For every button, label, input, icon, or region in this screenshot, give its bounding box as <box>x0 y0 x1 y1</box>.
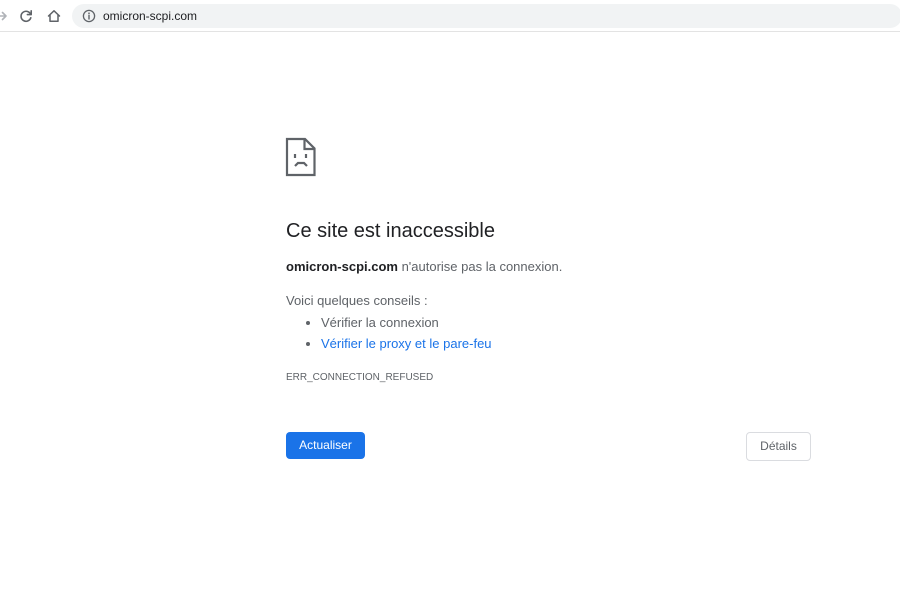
reload-button[interactable]: Actualiser <box>286 432 365 459</box>
suggestion-check-proxy[interactable]: Vérifier le proxy et le pare-feu <box>321 333 492 354</box>
url-text[interactable]: omicron-scpi.com <box>103 9 197 23</box>
error-host: omicron-scpi.com <box>286 259 398 274</box>
suggestions-list: Vérifier la connexion Vérifier le proxy … <box>286 312 492 354</box>
address-bar[interactable]: omicron-scpi.com <box>72 4 900 28</box>
details-button[interactable]: Détails <box>746 432 811 461</box>
suggestion-check-connection: Vérifier la connexion <box>321 312 492 333</box>
forward-button[interactable] <box>0 4 14 28</box>
reload-page-button[interactable] <box>14 4 38 28</box>
home-icon <box>47 10 61 23</box>
error-code: ERR_CONNECTION_REFUSED <box>286 372 434 383</box>
sad-document-icon <box>285 137 316 177</box>
check-proxy-firewall-link[interactable]: Vérifier le proxy et le pare-feu <box>321 336 492 351</box>
arrow-forward-icon <box>0 11 7 21</box>
browser-toolbar: omicron-scpi.com <box>0 0 900 32</box>
error-message: omicron-scpi.com n'autorise pas la conne… <box>286 259 562 275</box>
error-message-text: n'autorise pas la connexion. <box>397 259 563 274</box>
info-icon[interactable] <box>82 9 96 23</box>
error-title: Ce site est inaccessible <box>286 220 495 242</box>
suggestions-heading: Voici quelques conseils : <box>286 293 428 308</box>
suggestion-label: Vérifier la connexion <box>321 315 439 330</box>
reload-icon <box>20 10 32 23</box>
home-button[interactable] <box>42 4 66 28</box>
